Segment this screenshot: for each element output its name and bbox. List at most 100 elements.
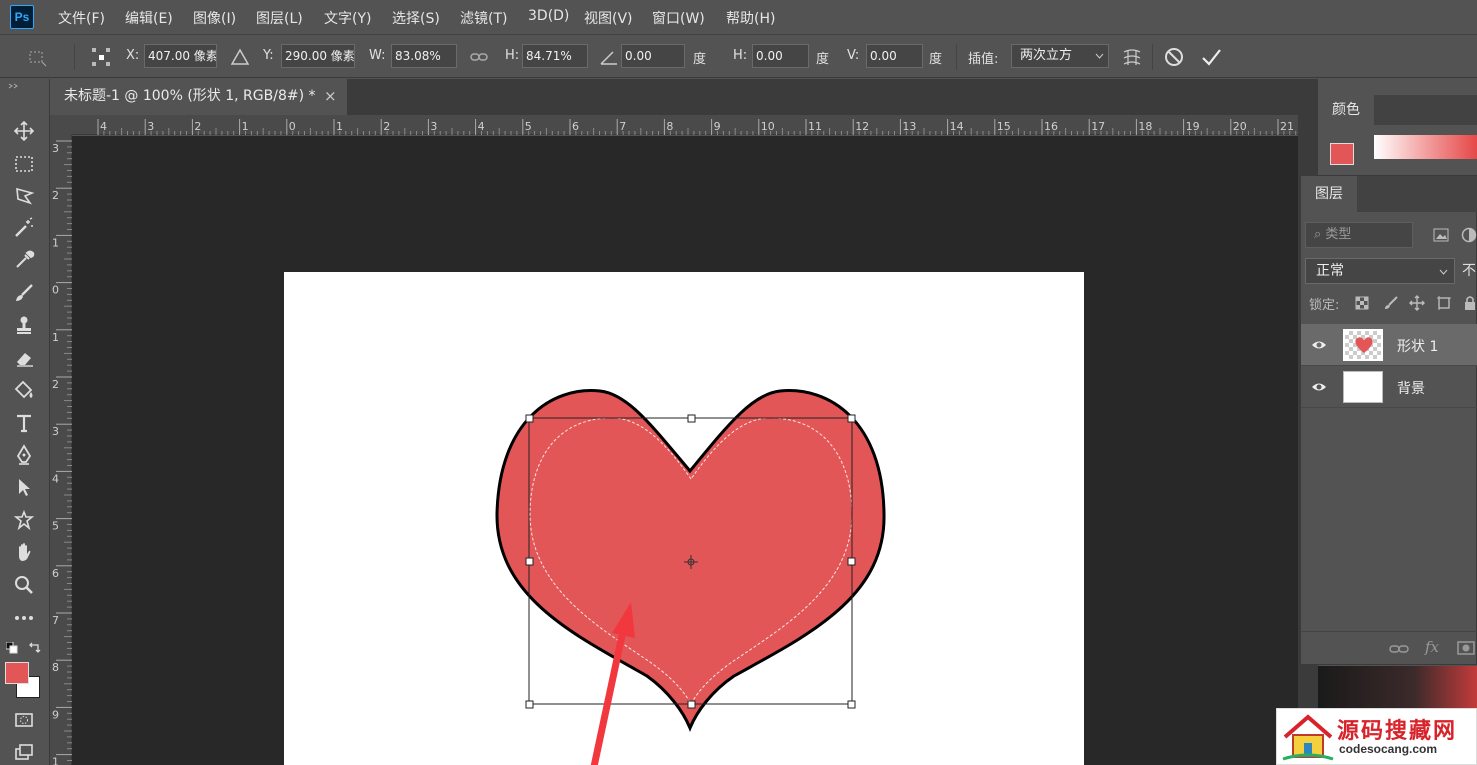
ruler-label: 16 xyxy=(1044,120,1058,133)
adjustment-filter-icon[interactable] xyxy=(1461,227,1477,243)
ruler-label: 0 xyxy=(52,284,59,297)
layer-name[interactable]: 形状 1 xyxy=(1397,336,1438,356)
lock-pixels-icon[interactable] xyxy=(1383,295,1399,311)
menu-select[interactable]: 选择(S) xyxy=(392,8,440,28)
eyedropper-tool[interactable] xyxy=(10,246,38,274)
eraser-tool[interactable] xyxy=(10,344,38,372)
document-tab[interactable]: 未标题-1 @ 100% (形状 1, RGB/8#) * × xyxy=(52,79,347,115)
transform-tool-icon[interactable] xyxy=(26,46,48,68)
link-icon[interactable] xyxy=(468,46,490,68)
canvas-area[interactable] xyxy=(72,136,1298,765)
menu-image[interactable]: 图像(I) xyxy=(193,8,236,28)
close-tab-icon[interactable]: × xyxy=(324,79,342,113)
hand-tool[interactable] xyxy=(10,538,38,566)
foreground-color-swatch[interactable] xyxy=(5,662,29,684)
brush-tool[interactable] xyxy=(10,279,38,307)
width-field[interactable]: 83.08% xyxy=(391,44,457,68)
eye-icon[interactable] xyxy=(1311,337,1327,353)
horizontal-ruler[interactable]: 4 3 2 1 0 1 2 3 4 5 6 7 8 9 10 11 12 13 14 15 16 17 18 19 20 21 xyxy=(72,115,1298,135)
y-field[interactable]: 290.00 像素 xyxy=(281,44,355,68)
magic-wand-tool[interactable] xyxy=(10,214,38,242)
blend-mode-value: 正常 xyxy=(1316,263,1344,279)
relative-position-icon[interactable] xyxy=(229,46,251,68)
chevron-down-icon xyxy=(1439,269,1448,275)
collapse-icon[interactable] xyxy=(8,83,20,89)
tab-color[interactable]: 颜色 xyxy=(1318,95,1374,125)
vertical-ruler-ticks: 3 2 1 0 1 2 3 4 5 6 7 8 9 1 xyxy=(52,140,72,765)
menu-window[interactable]: 窗口(W) xyxy=(652,8,705,28)
lasso-tool[interactable] xyxy=(10,182,38,210)
menu-help[interactable]: 帮助(H) xyxy=(726,8,775,28)
ruler-label: 4 xyxy=(52,472,59,485)
layer-style-fx-icon[interactable]: fx xyxy=(1425,638,1439,656)
pen-tool[interactable] xyxy=(10,441,38,469)
quick-mask-tool[interactable] xyxy=(10,706,38,734)
more-tools[interactable] xyxy=(10,604,38,632)
screen-mode-tool[interactable] xyxy=(10,739,38,765)
lock-transparent-icon[interactable] xyxy=(1355,296,1369,310)
x-field[interactable]: 407.00 像素 xyxy=(144,44,217,68)
move-tool[interactable] xyxy=(10,117,38,145)
link-layers-icon[interactable] xyxy=(1389,642,1409,656)
tab-layers[interactable]: 图层 xyxy=(1301,176,1357,212)
ruler-label: 2 xyxy=(383,120,390,133)
ruler-label: 18 xyxy=(1138,120,1152,133)
menu-type[interactable]: 文字(Y) xyxy=(324,8,371,28)
zoom-tool[interactable] xyxy=(10,571,38,599)
lock-all-icon[interactable] xyxy=(1463,295,1477,311)
angle-field[interactable]: 0.00 xyxy=(621,44,685,68)
menu-view[interactable]: 视图(V) xyxy=(584,8,633,28)
menu-file[interactable]: 文件(F) xyxy=(58,8,105,28)
type-tool[interactable] xyxy=(10,409,38,437)
custom-shape-tool[interactable] xyxy=(10,506,38,534)
image-filter-icon[interactable] xyxy=(1433,228,1449,242)
menu-filter[interactable]: 滤镜(T) xyxy=(460,8,507,28)
ruler-label: 9 xyxy=(52,708,59,721)
w-label: W: xyxy=(369,48,386,63)
skew-v-label: V: xyxy=(847,48,860,63)
add-mask-icon[interactable] xyxy=(1457,641,1475,655)
paint-bucket-tool[interactable] xyxy=(10,376,38,404)
default-colors-icon[interactable] xyxy=(6,642,18,654)
layer-row[interactable]: 背景 xyxy=(1301,366,1477,408)
ruler-label: 9 xyxy=(714,120,721,133)
vertical-ruler[interactable]: 3 2 1 0 1 2 3 4 5 6 7 8 9 1 xyxy=(50,135,72,765)
layers-panel: 图层 ⌕ 类型 正常 不 锁定: 形状 1 背景 fx xyxy=(1300,175,1477,665)
ruler-label: 5 xyxy=(525,120,532,133)
menu-edit[interactable]: 编辑(E) xyxy=(125,8,173,28)
reference-point-icon[interactable] xyxy=(90,46,112,68)
blend-mode-select[interactable]: 正常 xyxy=(1305,258,1455,284)
commit-transform-icon[interactable] xyxy=(1200,46,1222,68)
ruler-label: 1 xyxy=(52,756,59,765)
swap-colors-icon[interactable] xyxy=(28,641,41,654)
eye-icon[interactable] xyxy=(1311,379,1327,395)
ruler-label: 6 xyxy=(572,120,579,133)
warp-mode-icon[interactable] xyxy=(1121,46,1143,68)
ruler-label: 6 xyxy=(52,567,59,580)
interpolation-select[interactable]: 两次立方 xyxy=(1011,44,1109,68)
skew-v-field[interactable]: 0.00 xyxy=(866,44,923,68)
ruler-label: 1 xyxy=(52,331,59,344)
interpolation-label: 插值: xyxy=(968,52,999,67)
color-ramp[interactable] xyxy=(1374,135,1477,159)
polygon-lasso-icon xyxy=(16,187,35,205)
menu-layer[interactable]: 图层(L) xyxy=(256,8,303,28)
document-tab-bar: 未标题-1 @ 100% (形状 1, RGB/8#) * × xyxy=(52,79,1317,115)
lock-artboard-icon[interactable] xyxy=(1436,295,1452,311)
lock-position-icon[interactable] xyxy=(1409,295,1425,311)
cancel-transform-icon[interactable] xyxy=(1163,46,1185,68)
skew-h-field[interactable]: 0.00 xyxy=(752,44,809,68)
ruler-label: 20 xyxy=(1233,120,1247,133)
layer-filter-field[interactable]: ⌕ 类型 xyxy=(1305,222,1413,248)
panel-foreground-swatch[interactable] xyxy=(1330,143,1354,165)
stamp-tool[interactable] xyxy=(10,311,38,339)
layer-row[interactable]: 形状 1 xyxy=(1301,324,1477,366)
layer-name[interactable]: 背景 xyxy=(1397,378,1425,398)
menu-3d[interactable]: 3D(D) xyxy=(528,8,569,24)
marquee-tool[interactable] xyxy=(10,150,38,178)
ruler-origin[interactable] xyxy=(50,115,72,135)
height-field[interactable]: 84.71% xyxy=(522,44,588,68)
path-selection-tool[interactable] xyxy=(10,473,38,501)
ruler-label: 4 xyxy=(100,120,107,133)
ruler-label: 19 xyxy=(1186,120,1200,133)
